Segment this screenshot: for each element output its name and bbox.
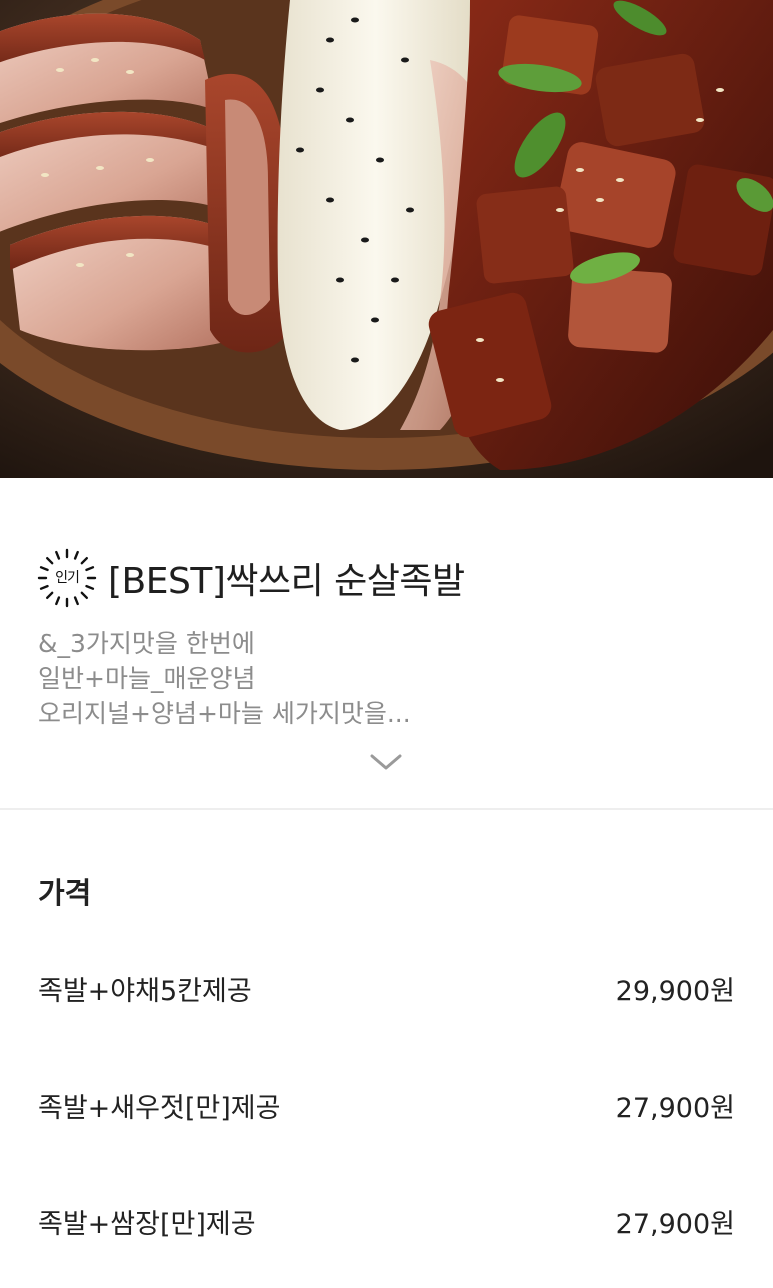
popular-badge: 인기 [36, 547, 98, 609]
menu-photo [0, 0, 773, 478]
price-option[interactable]: 족발+야채5칸제공 29,900원 [38, 968, 735, 1008]
chevron-down-icon [370, 754, 402, 770]
menu-description: &_3가지맛을 한번에 일반+마늘_매운양념 오리지널+양념+마늘 세가지맛을.… [38, 626, 738, 731]
option-price: 29,900원 [615, 975, 735, 1007]
description-line: 일반+마늘_매운양념 [38, 664, 256, 693]
option-name: 족발+쌈장[만]제공 [38, 1208, 256, 1240]
badge-label: 인기 [55, 570, 80, 586]
menu-title: [BEST]싹쓰리 순살족발 [108, 561, 465, 602]
menu-title-row: 인기 [BEST]싹쓰리 순살족발 [36, 546, 465, 610]
expand-description-button[interactable] [366, 748, 406, 776]
price-option[interactable]: 족발+쌈장[만]제공 27,900원 [38, 1201, 735, 1241]
option-name: 족발+야채5칸제공 [38, 975, 252, 1007]
description-line: &_3가지맛을 한번에 [38, 629, 255, 658]
price-option[interactable]: 족발+새우젓[만]제공 27,900원 [38, 1085, 735, 1125]
description-line: 오리지널+양념+마늘 세가지맛을... [38, 699, 411, 728]
price-section-heading: 가격 [38, 876, 92, 910]
section-divider [0, 808, 773, 810]
option-name: 족발+새우젓[만]제공 [38, 1092, 281, 1124]
jokbal-platter-image [0, 0, 773, 478]
option-price: 27,900원 [615, 1092, 735, 1124]
option-price: 27,900원 [615, 1208, 735, 1240]
